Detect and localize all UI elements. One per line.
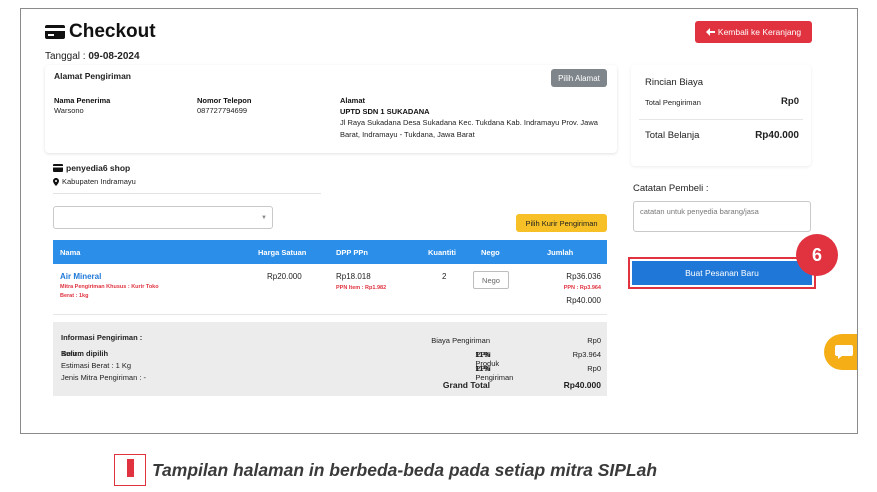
shipping-info-heading: Informasi Pengiriman : — [61, 333, 143, 342]
unit-price: Rp20.000 — [267, 272, 302, 281]
total-shopping-label: Total Belanja — [645, 130, 700, 141]
estimated-weight: Estimasi Berat : 1 Kg — [61, 361, 132, 370]
weight-note: Berat : 1kg — [60, 293, 89, 299]
col-name: Nama — [60, 248, 81, 257]
shop-divider — [53, 193, 321, 194]
order-date: Tanggal : 09-08-2024 — [45, 51, 140, 62]
address-heading: Alamat Pengiriman — [54, 71, 131, 81]
col-unit-price: Harga Satuan — [258, 248, 307, 257]
shipping-cost-label: Biaya Pengiriman — [431, 336, 490, 345]
address-card: Alamat Pengiriman Pilih Alamat Nama Pene… — [45, 65, 617, 153]
quantity-value: 2 — [442, 272, 447, 281]
row-total: Rp40.000 — [566, 296, 601, 305]
shop-name: penyedia6 shop — [66, 163, 131, 173]
grand-total-label: Grand Total — [442, 380, 490, 390]
step-badge: 6 — [796, 234, 838, 276]
address-line-2: Barat, Indramayu - Tukdana, Jawa Barat — [340, 130, 475, 139]
ppn-product-label: PPN Produk 11% — [475, 350, 499, 368]
ppn-product-value: Rp3.964 — [572, 350, 601, 359]
chat-bubble-icon — [835, 345, 853, 359]
date-prefix: Tanggal : — [45, 51, 89, 62]
buyer-notes-input[interactable]: catatan untuk penyedia barang/jasa — [633, 201, 811, 232]
table-header: Nama Harga Satuan DPP PPn Kuantiti Nego … — [53, 240, 607, 264]
map-pin-icon — [53, 177, 59, 186]
ppn-shipping-value: Rp0 — [587, 364, 601, 373]
ppn-item-note: PPN Item : Rp1.982 — [336, 285, 387, 291]
phone-label: Nomor Telepon — [197, 96, 252, 105]
courier-status: Kurir : Belum dipilih — [61, 349, 108, 358]
address-label: Alamat — [340, 96, 366, 105]
ppn-shipping-label: PPN Pengiriman 11% — [475, 364, 513, 382]
total-shipping-label: Total Pengiriman — [645, 98, 701, 107]
nego-input[interactable]: Nego — [473, 271, 509, 289]
address-line-1: Jl Raya Sukadana Desa Sukadana Kec. Tukd… — [340, 118, 598, 127]
row-subtotal: Rp36.036 — [566, 272, 601, 281]
nego-placeholder: Nego — [482, 275, 500, 285]
grand-total-value: Rp40.000 — [563, 380, 601, 390]
cost-summary-heading: Rincian Biaya — [645, 77, 704, 88]
shipping-partner-note: Mitra Pengiriman Khusus : Kurir Toko — [60, 284, 159, 290]
shop-location-row: Kabupaten Indramayu — [53, 177, 136, 186]
shipping-cost-value: Rp0 — [587, 336, 601, 345]
dpp-value: Rp18.018 — [336, 272, 371, 281]
exclamation-icon — [114, 454, 146, 486]
shop-location: Kabupaten Indramayu — [62, 177, 136, 186]
shop-name-row: penyedia6 shop — [53, 163, 130, 173]
arrow-left-icon — [705, 28, 715, 36]
courier-select[interactable]: ▼ — [53, 206, 273, 229]
product-name-link[interactable]: Air Mineral — [60, 272, 101, 281]
buyer-notes-placeholder: catatan untuk penyedia barang/jasa — [640, 207, 759, 216]
cost-summary-card: Rincian Biaya Total Pengiriman Rp0 Total… — [631, 65, 811, 166]
col-nego: Nego — [481, 248, 500, 257]
choose-address-button[interactable]: Pilih Alamat — [551, 69, 607, 87]
col-quantity: Kuantiti — [428, 248, 456, 257]
back-to-cart-label: Kembali ke Keranjang — [717, 27, 802, 37]
courier-status-label: Kurir : — [61, 349, 82, 358]
col-amount: Jumlah — [547, 248, 574, 257]
chat-button[interactable] — [824, 334, 857, 370]
recipient-label: Nama Penerima — [54, 96, 111, 105]
page-title: Checkout — [69, 21, 156, 42]
chevron-down-icon: ▼ — [261, 215, 267, 221]
caption: Tampilan halaman in berbeda-beda pada se… — [114, 454, 657, 486]
row-ppn: PPN : Rp3.964 — [563, 285, 601, 291]
cost-divider — [639, 119, 803, 120]
caption-text: Tampilan halaman in berbeda-beda pada se… — [152, 459, 658, 480]
create-order-button[interactable]: Buat Pesanan Baru — [632, 261, 812, 285]
store-icon — [53, 164, 63, 172]
shop-card: penyedia6 shop Kabupaten Indramayu ▼ Pil… — [45, 159, 617, 415]
choose-courier-button[interactable]: Pilih Kurir Pengiriman — [516, 214, 607, 232]
wallet-icon — [45, 24, 65, 40]
address-name: UPTD SDN 1 SUKADANA — [340, 107, 430, 116]
page-title-row: Checkout — [45, 21, 156, 43]
back-to-cart-button[interactable]: Kembali ke Keranjang — [695, 21, 812, 43]
buyer-notes-label: Catatan Pembeli : — [633, 183, 709, 194]
checkout-window: Checkout Tanggal : 09-08-2024 Kembali ke… — [20, 8, 858, 434]
phone-value: 087727794699 — [197, 106, 248, 115]
total-shipping-value: Rp0 — [781, 96, 799, 107]
shipping-summary: Informasi Pengiriman : Kurir : Belum dip… — [53, 322, 607, 396]
total-shopping-value: Rp40.000 — [755, 130, 799, 141]
recipient-value: Warsono — [54, 106, 84, 115]
date-value: 09-08-2024 — [88, 51, 140, 62]
shipping-partner-type: Jenis Mitra Pengiriman : - — [61, 373, 147, 382]
table-row: Air Mineral Mitra Pengiriman Khusus : Ku… — [53, 264, 607, 315]
col-dpp: DPP PPn — [336, 248, 368, 257]
